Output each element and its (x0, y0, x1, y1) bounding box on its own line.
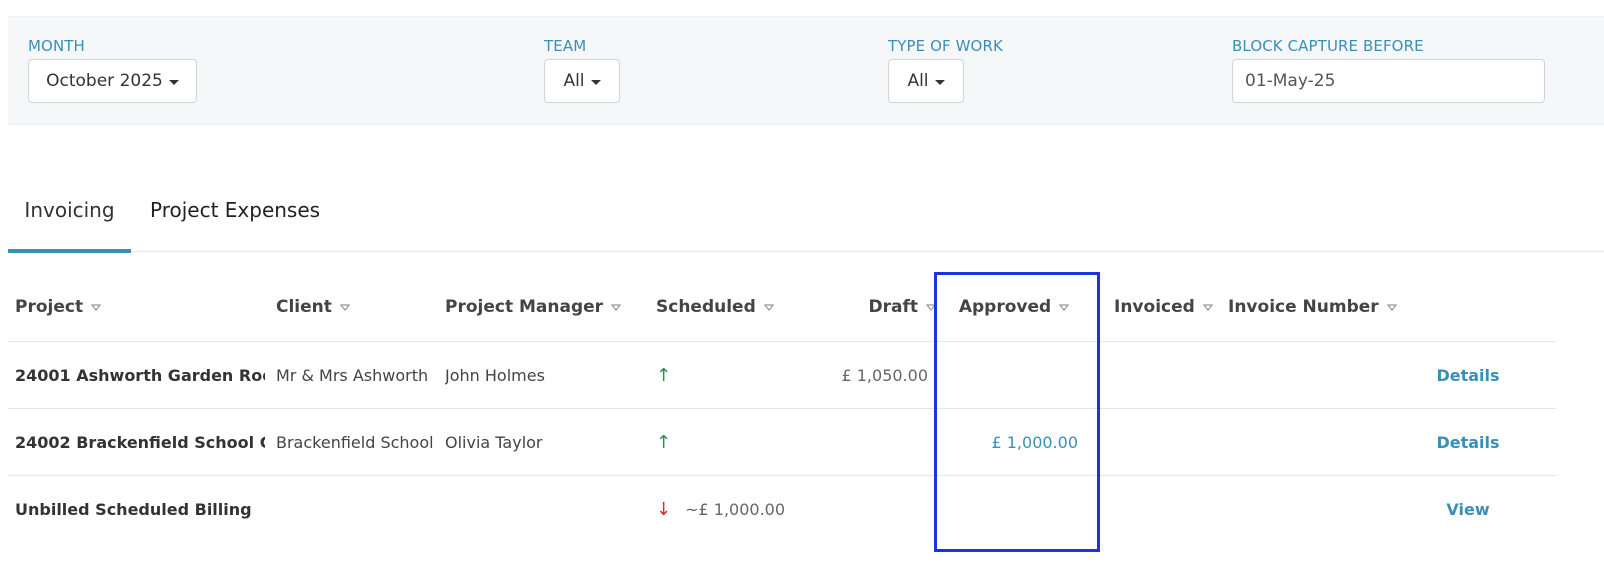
col-header-approved-label: Approved (958, 296, 1052, 317)
sort-triangle-icon (926, 303, 936, 311)
team-label: TEAM (544, 37, 587, 55)
table-header-row: Project Client Project Manager Scheduled… (8, 272, 1556, 342)
project-name-cell[interactable]: 24001 Ashworth Garden Roo... (15, 342, 265, 408)
project-name-cell: Unbilled Scheduled Billing (15, 476, 265, 543)
project-manager-cell: Olivia Taylor (445, 432, 543, 452)
arrow-up-icon: ↑ (656, 431, 672, 453)
month-value: October 2025 (46, 71, 163, 91)
view-link[interactable]: View (1418, 476, 1518, 543)
sort-triangle-icon (611, 303, 622, 311)
project-name: Unbilled Scheduled Billing (15, 500, 252, 519)
invoiced-cell (1114, 342, 1224, 408)
sort-triangle-icon (1386, 303, 1397, 311)
sort-triangle-icon (1202, 303, 1213, 311)
project-manager-cell: John Holmes (445, 365, 545, 385)
month-label: MONTH (28, 37, 85, 55)
type-of-work-dropdown[interactable]: All (888, 59, 964, 103)
invoice-number-cell (1228, 342, 1388, 408)
filter-bar: MONTH October 2025 TEAM All TYPE OF WORK… (8, 16, 1604, 125)
tab-invoicing-label: Invoicing (24, 198, 115, 222)
col-header-invoiced[interactable]: Invoiced (1114, 272, 1224, 341)
col-header-scheduled[interactable]: Scheduled (656, 272, 806, 341)
col-header-project-manager[interactable]: Project Manager (445, 272, 645, 341)
draft-cell (808, 476, 928, 543)
project-manager-cell (445, 476, 635, 543)
col-header-approved[interactable]: Approved (938, 272, 1090, 341)
arrow-down-icon: ↓ (656, 499, 672, 520)
approved-cell (938, 476, 1078, 543)
draft-cell (808, 409, 928, 475)
block-capture-date-input[interactable] (1232, 59, 1545, 103)
col-header-project[interactable]: Project (15, 272, 265, 341)
tab-invoicing[interactable]: Invoicing (8, 190, 131, 253)
invoiced-cell (1114, 409, 1224, 475)
caret-down-icon (590, 79, 601, 85)
team-dropdown[interactable]: All (544, 59, 620, 103)
caret-down-icon (168, 79, 179, 85)
client-cell: Mr & Mrs Ashworth (276, 365, 429, 385)
table-row: 24002 Brackenfield School G... Brackenfi… (8, 409, 1556, 476)
approved-cell[interactable]: £ 1,000.00 (938, 409, 1078, 475)
tab-project-expenses-label: Project Expenses (150, 198, 321, 222)
invoice-number-cell (1228, 409, 1388, 475)
invoiced-cell (1114, 476, 1224, 543)
project-name: 24001 Ashworth Garden Roo... (15, 365, 265, 385)
caret-down-icon (934, 79, 945, 85)
col-header-scheduled-label: Scheduled (656, 296, 756, 317)
tab-project-expenses[interactable]: Project Expenses (150, 190, 320, 252)
approved-cell[interactable] (938, 342, 1078, 408)
month-filter: MONTH (28, 37, 85, 55)
sort-triangle-icon (91, 303, 102, 311)
scheduled-cell: ↑ (656, 342, 806, 408)
details-link[interactable]: Details (1418, 409, 1518, 475)
col-header-draft-label: Draft (868, 296, 919, 317)
block-capture-label: BLOCK CAPTURE BEFORE (1232, 37, 1424, 55)
scheduled-cell: ↓ ~£ 1,000.00 (656, 476, 806, 543)
col-header-project-manager-label: Project Manager (445, 296, 604, 317)
active-tab-indicator (8, 249, 131, 253)
col-header-client-label: Client (276, 296, 332, 317)
sort-triangle-icon (763, 303, 774, 311)
project-name-cell[interactable]: 24002 Brackenfield School G... (15, 409, 265, 475)
scheduled-amount: ~£ 1,000.00 (685, 500, 786, 519)
table-row: 24001 Ashworth Garden Roo... Mr & Mrs As… (8, 342, 1556, 409)
details-link[interactable]: Details (1418, 342, 1518, 408)
scheduled-cell: ↑ (656, 409, 806, 475)
sort-triangle-icon (1059, 303, 1070, 311)
type-of-work-filter: TYPE OF WORK (888, 37, 1003, 55)
sort-triangle-icon (339, 303, 350, 311)
col-header-invoiced-label: Invoiced (1114, 296, 1195, 317)
block-capture-filter: BLOCK CAPTURE BEFORE (1232, 37, 1424, 55)
tab-bar: Invoicing Project Expenses (8, 190, 1604, 253)
col-header-draft[interactable]: Draft (812, 272, 936, 341)
invoicing-table: Project Client Project Manager Scheduled… (8, 272, 1556, 543)
table-row: Unbilled Scheduled Billing ↓ ~£ 1,000.00… (8, 476, 1556, 543)
col-header-project-label: Project (15, 296, 84, 317)
client-cell: Brackenfield School (276, 432, 434, 452)
col-header-invoice-number[interactable]: Invoice Number (1228, 272, 1428, 341)
month-dropdown[interactable]: October 2025 (28, 59, 197, 103)
type-of-work-label: TYPE OF WORK (888, 37, 1003, 55)
arrow-up-icon: ↑ (656, 364, 672, 386)
col-header-client[interactable]: Client (276, 272, 436, 341)
col-header-invoice-number-label: Invoice Number (1228, 296, 1379, 317)
draft-cell: £ 1,050.00 (841, 365, 928, 385)
team-value: All (563, 71, 585, 91)
type-of-work-value: All (907, 71, 929, 91)
project-name: 24002 Brackenfield School G... (15, 432, 265, 452)
client-cell (276, 476, 441, 543)
invoice-number-cell (1228, 476, 1388, 543)
team-filter: TEAM (544, 37, 586, 55)
